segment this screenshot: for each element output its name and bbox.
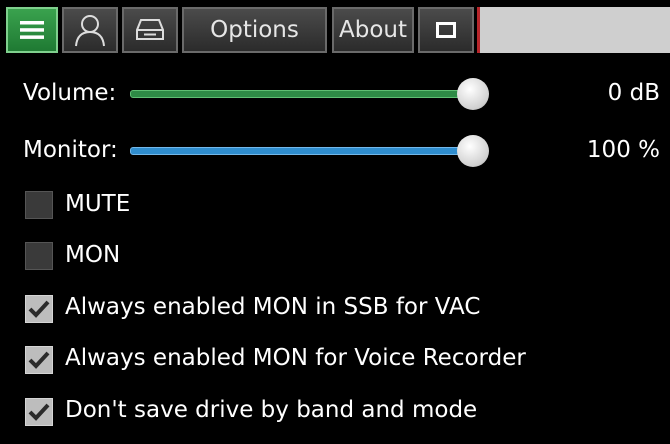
mon-checkbox[interactable] bbox=[25, 242, 53, 270]
menu-button[interactable] bbox=[6, 7, 58, 53]
volume-slider-track[interactable] bbox=[130, 90, 482, 98]
user-icon bbox=[75, 15, 105, 47]
monitor-value: 100 % bbox=[586, 137, 660, 163]
options-button[interactable]: Options bbox=[182, 7, 327, 53]
toolbar-divider bbox=[477, 7, 480, 53]
mute-checkbox-label[interactable]: MUTE bbox=[65, 191, 130, 217]
user-button[interactable] bbox=[62, 7, 118, 53]
about-button[interactable]: About bbox=[332, 7, 414, 53]
about-label: About bbox=[338, 17, 407, 43]
volume-value: 0 dB bbox=[607, 80, 660, 106]
toolbar: Options About bbox=[0, 0, 670, 56]
monitor-slider-knob[interactable] bbox=[457, 135, 489, 167]
dont-save-drive-checkbox-label[interactable]: Don't save drive by band and mode bbox=[65, 397, 477, 423]
window-square-icon bbox=[436, 22, 456, 38]
mon-ssb-vac-checkbox-label[interactable]: Always enabled MON in SSB for VAC bbox=[65, 294, 480, 320]
mon-voice-recorder-checkbox-label[interactable]: Always enabled MON for Voice Recorder bbox=[65, 345, 526, 371]
mon-checkbox-label[interactable]: MON bbox=[65, 242, 120, 268]
hamburger-icon bbox=[20, 21, 44, 39]
drive-button[interactable] bbox=[122, 7, 178, 53]
mon-voice-recorder-checkbox[interactable] bbox=[25, 346, 53, 374]
options-label: Options bbox=[210, 17, 299, 43]
window-toggle-button[interactable] bbox=[418, 7, 474, 53]
mute-checkbox[interactable] bbox=[25, 191, 53, 219]
toolbar-strip bbox=[478, 7, 670, 53]
monitor-slider-track[interactable] bbox=[130, 147, 482, 155]
mon-ssb-vac-checkbox[interactable] bbox=[25, 295, 53, 323]
volume-slider-knob[interactable] bbox=[457, 78, 489, 110]
checkmark-icon bbox=[28, 403, 50, 421]
checkmark-icon bbox=[28, 300, 50, 318]
checkmark-icon bbox=[28, 351, 50, 369]
volume-label: Volume: bbox=[23, 80, 117, 106]
monitor-label: Monitor: bbox=[23, 137, 118, 163]
drive-icon bbox=[136, 19, 164, 40]
dont-save-drive-checkbox[interactable] bbox=[25, 398, 53, 426]
